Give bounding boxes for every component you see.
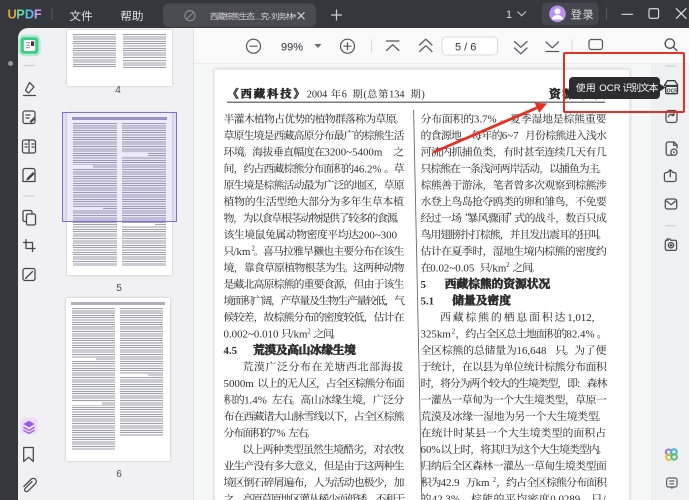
svg-text:...: ...: [254, 11, 261, 21]
svg-text:*: *: [293, 11, 297, 22]
svg-text:-: -: [268, 11, 271, 21]
